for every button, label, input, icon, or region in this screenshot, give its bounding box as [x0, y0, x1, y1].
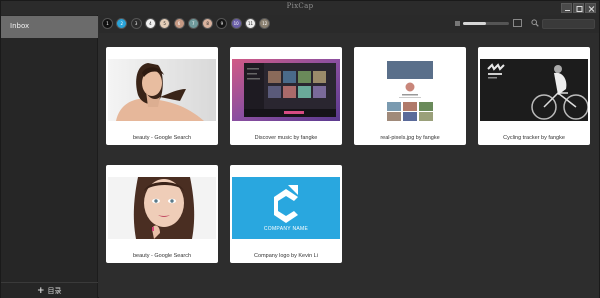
maximize-icon [576, 6, 583, 12]
search-input[interactable] [542, 19, 595, 29]
color-tag-number: 3 [134, 21, 138, 26]
color-tag-number: 11 [247, 21, 254, 26]
thumbnail-large-icon[interactable] [513, 19, 522, 27]
maximize-button[interactable] [573, 3, 584, 13]
close-icon [588, 6, 595, 12]
color-tag-number: 7 [192, 21, 195, 26]
plus-icon: + [37, 286, 45, 296]
minimize-button[interactable] [561, 3, 572, 13]
card-thumbnail [108, 59, 216, 121]
card-thumbnail [356, 59, 464, 121]
card-title: Company logo by Kevin Li [254, 253, 318, 259]
app-title: PixCap [286, 2, 314, 10]
card-title: Discover music by fangke [254, 135, 318, 141]
image-card[interactable]: beauty - Google Search [106, 47, 218, 145]
color-tag-number: 1 [106, 21, 109, 26]
add-folder-label: 目录 [47, 287, 62, 295]
minimize-icon [565, 10, 570, 11]
card-title: beauty - Google Search [132, 135, 192, 141]
color-tag-number: 10 [233, 21, 239, 26]
card-thumbnail [232, 59, 340, 121]
card-thumbnail [480, 59, 588, 121]
color-tag-4[interactable]: 4 [144, 18, 156, 29]
sidebar-item-inbox[interactable]: Inbox [1, 16, 98, 38]
zoom-slider[interactable] [463, 22, 509, 25]
color-tag-7[interactable]: 7 [187, 18, 199, 29]
thumbnail-small-icon[interactable] [455, 21, 460, 26]
add-folder-button[interactable]: + 目录 [37, 286, 62, 296]
card-title: real-pixels.jpg by fangke [380, 135, 440, 141]
logo-company-name: COMPANY NAME [263, 226, 309, 232]
color-tag-number: 12 [262, 21, 268, 26]
app-window: PixCap Inbox + 目录 1 2 3 4 5 6 7 8 9 10 11 12 [0, 0, 600, 298]
window-controls [561, 3, 596, 13]
color-tag-9[interactable]: 9 [216, 18, 228, 29]
color-tag-number: 6 [177, 21, 181, 26]
color-tag-number: 9 [220, 21, 224, 26]
color-tag-5[interactable]: 5 [159, 18, 171, 29]
profile-grid-image [356, 59, 464, 121]
image-card[interactable]: real-pixels.jpg by fangke [354, 47, 466, 145]
image-card[interactable]: Discover music by fangke [230, 47, 342, 145]
color-tag-8[interactable]: 8 [202, 18, 214, 29]
image-card[interactable]: Cycling tracker by fangke [478, 47, 590, 145]
color-tag-number: 5 [163, 21, 166, 26]
image-grid: beauty - Google Search Discover music by… [99, 34, 599, 298]
color-tag-10[interactable]: 10 [230, 18, 242, 29]
sidebar-item-label: Inbox [10, 22, 30, 30]
card-title: Cycling tracker by fangke [503, 135, 565, 141]
color-tag-3[interactable]: 3 [130, 18, 142, 29]
color-tag-number: 2 [120, 21, 124, 26]
color-tag-6[interactable]: 6 [173, 18, 185, 29]
zoom-slider-fill [463, 22, 486, 25]
color-tag-number: 4 [149, 21, 152, 26]
music-app-image [232, 59, 340, 121]
card-thumbnail: COMPANY NAME [232, 177, 340, 239]
title-bar: PixCap [1, 1, 599, 15]
color-tag-12[interactable]: 12 [259, 18, 271, 29]
search-icon[interactable] [531, 19, 539, 27]
color-tag-number: 8 [206, 21, 209, 26]
portrait-image [108, 59, 216, 121]
toolbar: 1 2 3 4 5 6 7 8 9 10 11 12 [99, 15, 599, 33]
color-tag-2[interactable]: 2 [116, 18, 128, 29]
image-card[interactable]: beauty - Google Search [106, 165, 218, 263]
color-tag-11[interactable]: 11 [245, 18, 256, 29]
sidebar-footer: + 目录 [1, 282, 98, 298]
close-button[interactable] [585, 3, 596, 13]
cyclist-image [480, 59, 588, 121]
image-card[interactable]: COMPANY NAME Company logo by Kevin Li [230, 165, 342, 263]
card-title: beauty - Google Search [132, 253, 192, 259]
sidebar: Inbox + 目录 [1, 15, 98, 298]
color-tag-1[interactable]: 1 [102, 18, 113, 29]
card-thumbnail [108, 177, 216, 239]
portrait-face-image [108, 177, 216, 239]
